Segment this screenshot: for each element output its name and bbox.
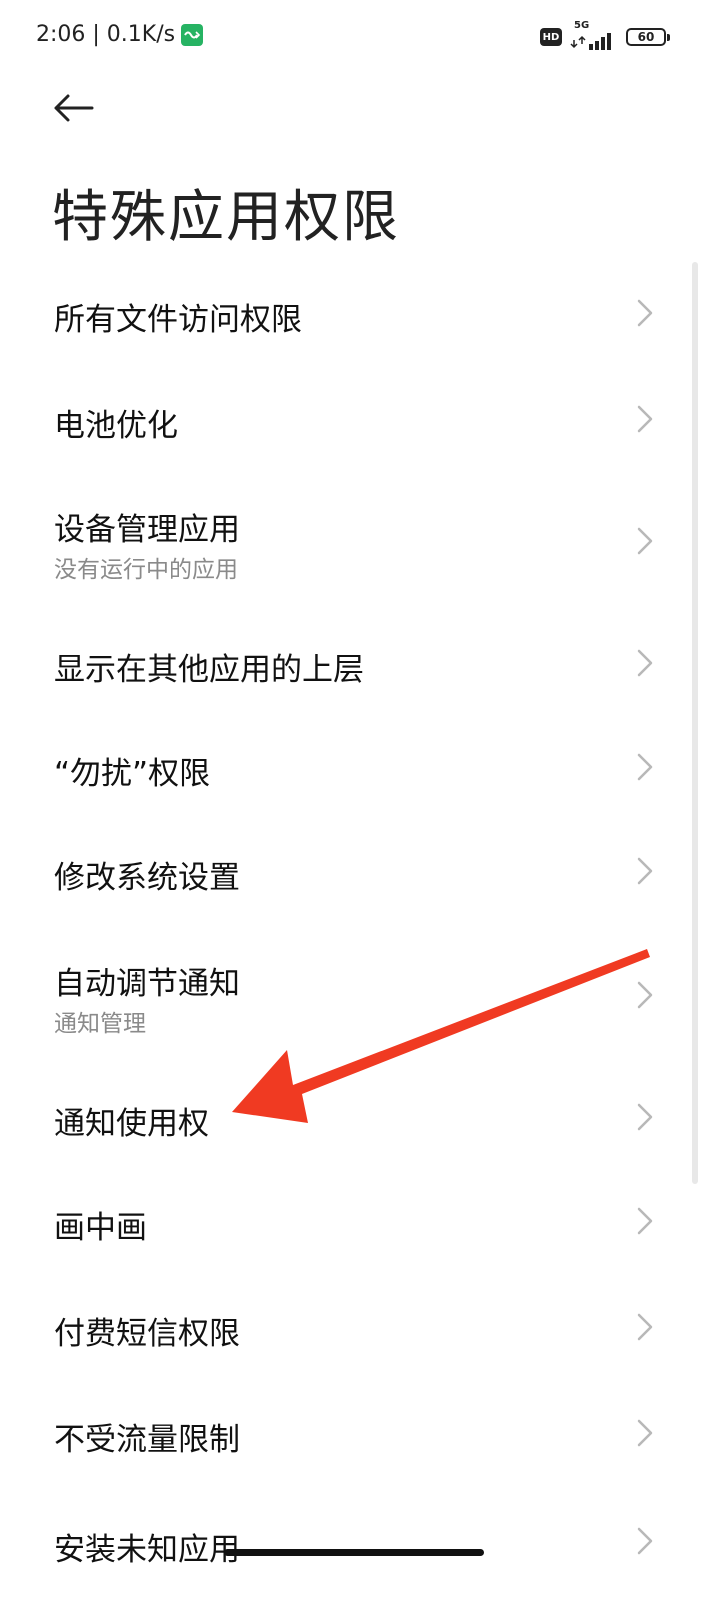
chevron-right-icon [637,1103,653,1131]
list-item-device-admin-apps[interactable]: 设备管理应用 没有运行中的应用 [0,470,720,610]
status-time-speed: 2:06 | 0.1K/s [36,22,176,47]
list-item-picture-in-picture[interactable]: 画中画 [0,1166,720,1270]
chevron-right-icon [637,1313,653,1341]
item-subtitle: 没有运行中的应用 [54,557,238,583]
item-title: 不受流量限制 [54,1422,240,1458]
item-title: 所有文件访问权限 [54,302,302,338]
list-item-premium-sms-access[interactable]: 付费短信权限 [0,1270,720,1374]
status-right: HD 5G 60 [540,20,670,50]
status-bar: 2:06 | 0.1K/s HD 5G 60 [0,0,720,72]
network-type-label: 5G [574,20,590,31]
item-title: 电池优化 [54,408,178,444]
chevron-right-icon [637,299,653,327]
chevron-right-icon [637,753,653,781]
chevron-right-icon [637,1207,653,1235]
chevron-right-icon [637,1527,653,1555]
chevron-right-icon [637,649,653,677]
chevron-right-icon [637,527,653,555]
item-subtitle: 通知管理 [54,1011,146,1037]
list-item-battery-optimization[interactable]: 电池优化 [0,366,720,470]
chevron-right-icon [637,981,653,1009]
item-title: “勿扰”权限 [54,756,211,792]
item-title: 设备管理应用 [54,512,240,548]
chevron-right-icon [637,857,653,885]
battery-icon: 60 [626,28,670,46]
back-button[interactable] [46,84,102,132]
list-item-notification-access[interactable]: 通知使用权 [0,1062,720,1166]
item-title: 自动调节通知 [54,966,240,1002]
page-title: 特殊应用权限 [52,185,400,250]
item-title: 通知使用权 [54,1106,209,1142]
list-item-install-unknown-apps[interactable]: 安装未知应用 [0,1478,720,1582]
home-indicator[interactable] [224,1549,484,1556]
list-item-do-not-disturb-access[interactable]: “勿扰”权限 [0,714,720,818]
list-item-adaptive-notifications[interactable]: 自动调节通知 通知管理 [0,922,720,1062]
chevron-right-icon [637,405,653,433]
chevron-right-icon [637,1419,653,1447]
list-item-display-over-other-apps[interactable]: 显示在其他应用的上层 [0,610,720,714]
item-title: 修改系统设置 [54,860,240,896]
app-notification-icon [181,23,204,46]
item-title: 画中画 [54,1210,147,1246]
arrow-left-icon [54,94,94,122]
status-left: 2:06 | 0.1K/s [36,22,204,47]
list-item-modify-system-settings[interactable]: 修改系统设置 [0,818,720,922]
list-item-all-files-access[interactable]: 所有文件访问权限 [0,262,720,366]
item-title: 付费短信权限 [54,1316,240,1352]
list-item-unrestricted-data[interactable]: 不受流量限制 [0,1374,720,1478]
hd-voice-icon: HD [540,28,562,46]
item-title: 安装未知应用 [54,1532,240,1568]
item-title: 显示在其他应用的上层 [54,652,364,688]
signal-icon: 5G [570,20,616,50]
